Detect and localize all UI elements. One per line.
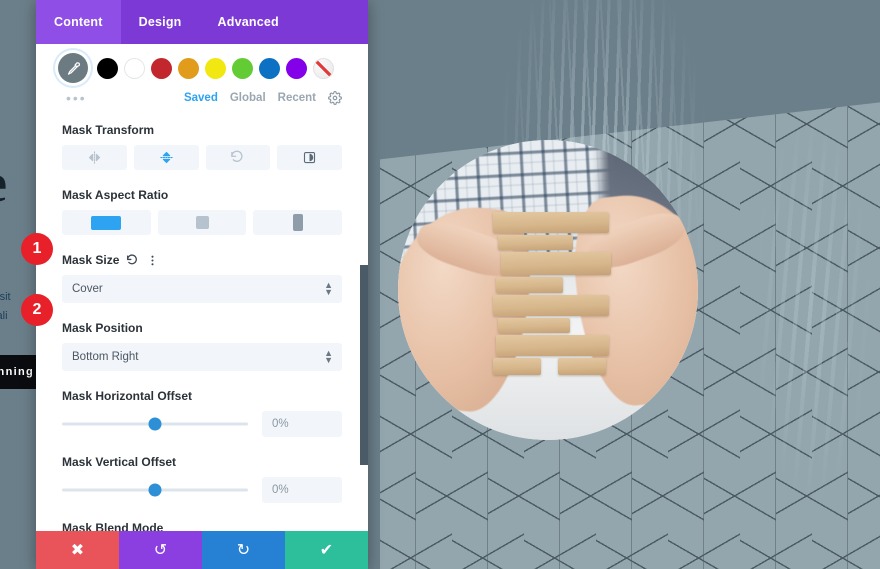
mask-aspect-ratio-group: [62, 210, 343, 235]
color-swatch-blue[interactable]: [259, 57, 280, 79]
palette-link-saved[interactable]: Saved: [184, 92, 218, 104]
page-cta-button[interactable]: anning: [0, 355, 38, 389]
photo-block: [498, 235, 573, 251]
photo-block: [558, 357, 607, 376]
color-swatch-yellow[interactable]: [205, 57, 226, 79]
mask-size-value: Cover: [72, 283, 103, 295]
label-mask-position: Mask Position: [62, 321, 143, 335]
mask-horizontal-offset-input[interactable]: 0%: [262, 411, 342, 437]
modal-action-bar: ✖ ↺ ↻ ✔: [36, 531, 368, 569]
portrait-shape-icon: [292, 214, 303, 231]
palette-more-icon[interactable]: •••: [66, 91, 87, 105]
palette-link-global[interactable]: Global: [230, 92, 266, 104]
field-mask-blend-mode: Mask Blend Mode Normal ▲▼: [62, 521, 342, 531]
label-mask-size: Mask Size: [62, 253, 120, 267]
photo-block: [493, 212, 609, 234]
rotate-icon[interactable]: [205, 145, 271, 170]
slider-thumb[interactable]: [148, 417, 162, 431]
field-mask-horizontal-offset: Mask Horizontal Offset 0%: [62, 389, 342, 437]
chevron-updown-icon: ▲ ▼: [324, 348, 333, 365]
modal-scroll-content: ••• Saved Global Recent Mask Transform M…: [36, 44, 368, 531]
color-swatch-purple[interactable]: [286, 57, 307, 79]
masked-circle-image: [398, 140, 698, 440]
mask-vertical-offset-row: 0%: [62, 477, 342, 503]
page-heading-line-1: te: [0, 152, 7, 214]
photo-block: [500, 252, 611, 276]
color-swatch-green[interactable]: [232, 57, 253, 79]
mask-size-select[interactable]: Cover ▲ ▼: [62, 275, 342, 303]
label-mask-blend-mode: Mask Blend Mode: [62, 521, 164, 531]
vertical-scrollbar[interactable]: [360, 265, 368, 465]
modal-tab-bar: Content Design Advanced: [36, 0, 368, 44]
field-mask-aspect-ratio: Mask Aspect Ratio: [62, 188, 343, 235]
photo-block: [498, 317, 571, 333]
mask-horizontal-offset-slider[interactable]: [62, 417, 248, 431]
page-subtext-line-1: la sit: [0, 291, 11, 303]
label-mask-vertical-offset: Mask Vertical Offset: [62, 455, 177, 469]
photo-block: [495, 334, 609, 356]
redo-button[interactable]: ↻: [202, 531, 285, 569]
color-swatch-white[interactable]: [124, 57, 145, 79]
color-swatch-amber[interactable]: [178, 57, 199, 79]
palette-meta-row: ••• Saved Global Recent: [62, 91, 342, 105]
save-button[interactable]: ✔: [285, 531, 368, 569]
kebab-menu-icon[interactable]: [146, 254, 159, 267]
grunge-texture-overlay-right: [760, 60, 880, 560]
mask-horizontal-offset-row: 0%: [62, 411, 342, 437]
chevron-updown-icon: ▲ ▼: [324, 280, 333, 297]
landscape-shape-icon: [91, 215, 122, 230]
square-shape-icon: [195, 216, 209, 229]
callout-badge-1: 1: [21, 233, 53, 265]
label-mask-horizontal-offset: Mask Horizontal Offset: [62, 389, 193, 403]
page-subtext-line-2: it ali: [0, 310, 8, 322]
module-settings-modal: Content Design Advanced ••• Saved Global…: [36, 0, 368, 569]
color-palette-row: [58, 44, 342, 83]
mask-position-select[interactable]: Bottom Right ▲ ▼: [62, 343, 342, 371]
color-swatch-black[interactable]: [97, 57, 118, 79]
color-swatch-red[interactable]: [151, 57, 172, 79]
photo-block: [493, 357, 542, 376]
label-mask-transform: Mask Transform: [62, 123, 155, 137]
field-mask-position: Mask Position Bottom Right ▲ ▼: [62, 321, 342, 371]
tab-content[interactable]: Content: [36, 0, 121, 44]
palette-links: Saved Global Recent: [184, 91, 342, 105]
field-mask-vertical-offset: Mask Vertical Offset 0%: [62, 455, 342, 503]
mask-vertical-offset-input[interactable]: 0%: [262, 477, 342, 503]
slider-thumb[interactable]: [148, 483, 162, 497]
photo-block: [495, 277, 563, 293]
tab-design[interactable]: Design: [121, 0, 200, 44]
reset-icon[interactable]: [126, 253, 139, 267]
modal-body: ••• Saved Global Recent Mask Transform M…: [36, 44, 368, 531]
page-subtext: la sit it ali: [0, 288, 11, 326]
flip-horizontal-icon[interactable]: [62, 145, 127, 170]
mask-transform-button-group: [62, 145, 342, 170]
photo-wooden-blocks: [491, 212, 611, 404]
undo-button[interactable]: ↺: [119, 531, 202, 569]
aspect-ratio-portrait[interactable]: [253, 210, 343, 235]
label-mask-size-row: Mask Size: [62, 253, 342, 267]
aspect-ratio-landscape[interactable]: [62, 210, 151, 235]
eyedropper-icon[interactable]: [58, 53, 88, 83]
palette-link-recent[interactable]: Recent: [278, 92, 316, 104]
callout-badge-2: 2: [21, 294, 53, 326]
cancel-button[interactable]: ✖: [36, 531, 119, 569]
field-mask-size: Mask Size Cover ▲ ▼: [62, 253, 342, 303]
field-mask-transform: Mask Transform: [62, 123, 342, 170]
gear-icon[interactable]: [328, 91, 342, 105]
flip-vertical-icon[interactable]: [133, 145, 199, 170]
mask-vertical-offset-slider[interactable]: [62, 483, 248, 497]
mask-position-value: Bottom Right: [72, 351, 139, 363]
label-mask-aspect-ratio: Mask Aspect Ratio: [62, 188, 169, 202]
color-swatch-transparent[interactable]: [313, 57, 334, 79]
aspect-ratio-square[interactable]: [157, 210, 247, 235]
photo-block: [493, 294, 609, 316]
invert-icon[interactable]: [277, 145, 342, 170]
tab-advanced[interactable]: Advanced: [200, 0, 297, 44]
